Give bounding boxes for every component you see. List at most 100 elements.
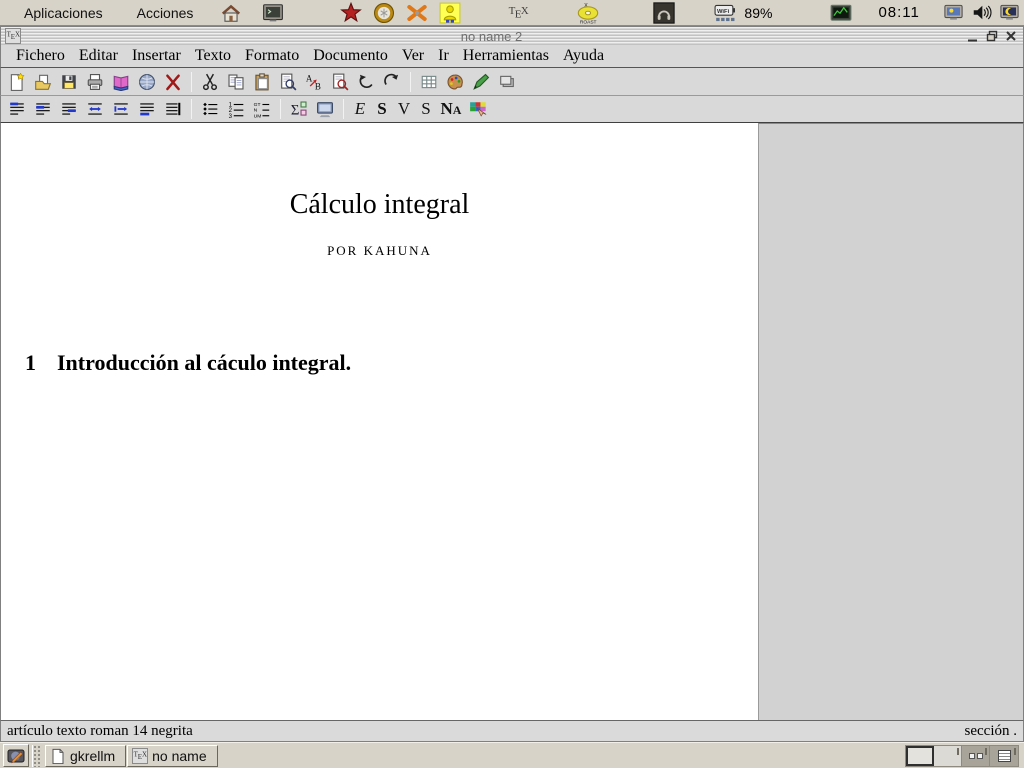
task-button-no-name[interactable]: TEXno name — [127, 745, 217, 767]
para-style-6-icon — [138, 100, 156, 118]
spellcheck-button[interactable] — [108, 70, 134, 94]
table-colors-icon — [469, 100, 487, 118]
redo-button[interactable] — [379, 70, 405, 94]
launcher-tex-button[interactable]: TEX — [506, 1, 530, 25]
para-style-4-button[interactable] — [82, 97, 108, 121]
menubar: FicheroEditarInsertarTextoFormatoDocumen… — [0, 45, 1024, 68]
menu-item-formato[interactable]: Formato — [238, 45, 306, 67]
print-button[interactable] — [82, 70, 108, 94]
home-icon — [220, 2, 242, 24]
preview-button[interactable] — [312, 97, 338, 121]
close-doc-button[interactable] — [160, 70, 186, 94]
document-page[interactable]: Cálculo integral POR KAHUNA 1 Introducci… — [1, 123, 758, 720]
panel-menu-acciones[interactable]: Acciones — [127, 1, 204, 25]
clock[interactable]: 08:11 — [878, 4, 919, 21]
description-list-button[interactable]: GTNUM — [249, 97, 275, 121]
para-style-4-icon — [86, 100, 104, 118]
window-minimize-button[interactable] — [964, 28, 981, 44]
menu-item-ayuda[interactable]: Ayuda — [556, 45, 611, 67]
tray-volume-button[interactable] — [970, 1, 994, 25]
window-titlebar[interactable]: TEX no name 2 — [0, 26, 1024, 45]
system-monitor-applet[interactable] — [830, 1, 852, 25]
pager-desktop-1[interactable] — [906, 746, 934, 766]
undo-icon — [357, 73, 375, 91]
launcher-headphones-button[interactable] — [652, 1, 676, 25]
page-icon — [50, 748, 66, 764]
style-NA-button[interactable]: Na — [437, 97, 465, 121]
monitor-day-icon — [943, 2, 964, 23]
applet-note-button[interactable] — [3, 744, 29, 767]
document-area: Cálculo integral POR KAHUNA 1 Introducci… — [0, 123, 1024, 720]
pen-button[interactable] — [468, 70, 494, 94]
pager-desktop-3[interactable] — [962, 746, 990, 766]
task-button-gkrellm[interactable]: gkrellm — [45, 745, 126, 767]
menu-item-ir[interactable]: Ir — [431, 45, 456, 67]
tray-monitor-night-button[interactable] — [998, 1, 1022, 25]
wifi-battery-icon: WiFi — [714, 2, 742, 24]
palette-icon — [446, 73, 464, 91]
open-doc-button[interactable] — [30, 70, 56, 94]
style-E-button[interactable]: E — [349, 97, 371, 121]
menu-item-documento[interactable]: Documento — [306, 45, 395, 67]
panel-drag-handle[interactable] — [32, 745, 42, 767]
new-doc-button[interactable] — [4, 70, 30, 94]
palette-button[interactable] — [442, 70, 468, 94]
style-V-button[interactable]: V — [393, 97, 415, 121]
launcher-emblem-button[interactable] — [372, 1, 396, 25]
launcher-orange-cross-button[interactable] — [405, 1, 429, 25]
world-button[interactable] — [134, 70, 160, 94]
window-menu-icon[interactable]: TEX — [5, 28, 21, 44]
status-paragraph-style: artículo texto roman 14 negrita — [7, 723, 965, 740]
copy-button[interactable] — [223, 70, 249, 94]
find-button[interactable] — [275, 70, 301, 94]
search-doc-button[interactable] — [327, 70, 353, 94]
para-style-6-button[interactable] — [134, 97, 160, 121]
window-maximize-button[interactable] — [983, 28, 1000, 44]
para-style-5-button[interactable] — [108, 97, 134, 121]
para-style-3-button[interactable] — [56, 97, 82, 121]
menu-item-herramientas[interactable]: Herramientas — [456, 45, 556, 67]
para-style-1-button[interactable] — [4, 97, 30, 121]
red-star-icon — [340, 2, 362, 24]
toolbar-separator — [410, 72, 411, 92]
undo-button[interactable] — [353, 70, 379, 94]
save-button[interactable] — [56, 70, 82, 94]
paste-button[interactable] — [249, 70, 275, 94]
window-close-button[interactable] — [1002, 28, 1019, 44]
launcher-red-star-button[interactable] — [339, 1, 363, 25]
replace-button[interactable]: AB — [301, 70, 327, 94]
pager-desktop-2[interactable] — [934, 746, 962, 766]
menu-item-editar[interactable]: Editar — [72, 45, 125, 67]
frame-button[interactable] — [494, 70, 520, 94]
table-colors-button[interactable] — [465, 97, 491, 121]
bullet-list-button[interactable] — [197, 97, 223, 121]
cut-button[interactable] — [197, 70, 223, 94]
para-style-2-button[interactable] — [30, 97, 56, 121]
math-button[interactable]: Σ — [286, 97, 312, 121]
tray-monitor-day-button[interactable] — [942, 1, 966, 25]
menu-item-ver[interactable]: Ver — [395, 45, 431, 67]
para-style-3-icon — [60, 100, 78, 118]
math-icon: Σ — [290, 100, 308, 118]
para-style-7-button[interactable] — [160, 97, 186, 121]
status-environment: sección . — [965, 723, 1017, 740]
table-icon — [420, 73, 438, 91]
style-S2-button[interactable]: S — [415, 97, 437, 121]
menu-item-texto[interactable]: Texto — [188, 45, 238, 67]
menu-item-insertar[interactable]: Insertar — [125, 45, 188, 67]
launcher-terminal-button[interactable] — [261, 1, 285, 25]
panel-menu-aplicaciones[interactable]: Aplicaciones — [14, 1, 113, 25]
numbered-list-button[interactable]: 123 — [223, 97, 249, 121]
table-button[interactable] — [416, 70, 442, 94]
open-doc-icon — [34, 73, 52, 91]
svg-text:A: A — [306, 73, 313, 83]
new-doc-icon — [8, 73, 26, 91]
pager-desktop-4[interactable] — [990, 746, 1018, 766]
launcher-home-button[interactable] — [219, 1, 243, 25]
top-panel: Aplicaciones Acciones TEXXROAST WiFi 89%… — [0, 0, 1024, 26]
launcher-cdroast-button[interactable]: XROAST — [576, 1, 600, 25]
style-S-button[interactable]: S — [371, 97, 393, 121]
launcher-user-yellow-button[interactable] — [438, 1, 462, 25]
close-icon — [1004, 29, 1018, 43]
menu-item-fichero[interactable]: Fichero — [9, 45, 72, 67]
